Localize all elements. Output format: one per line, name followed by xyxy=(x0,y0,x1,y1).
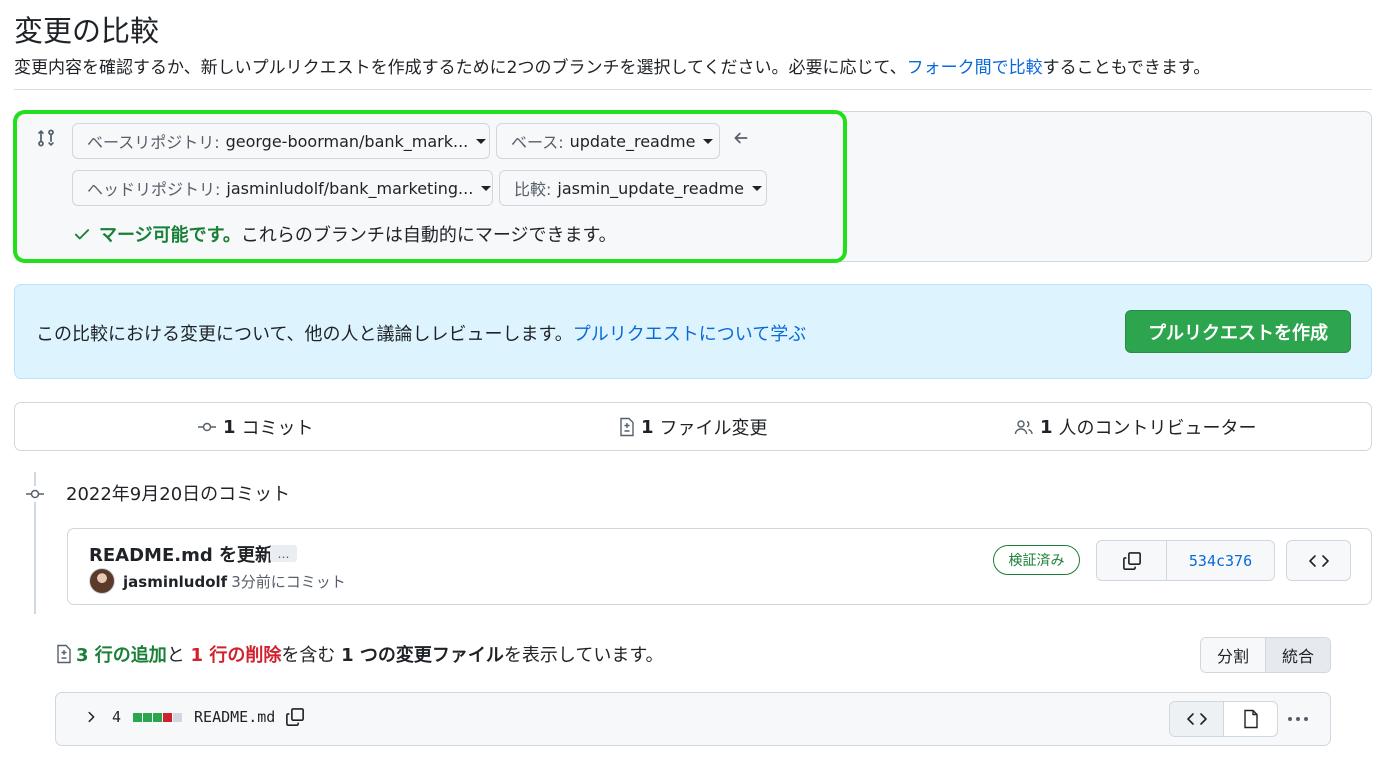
page-title: 変更の比較 xyxy=(14,14,160,48)
commit-author: jasminludolf 3分前にコミット xyxy=(123,571,346,592)
pr-banner-message: この比較における変更について、他の人と議論しレビューします。 xyxy=(36,324,573,345)
diffstat-block-4 xyxy=(173,712,183,722)
kebab-horizontal-icon[interactable] xyxy=(1284,705,1312,733)
commits-count: 1 xyxy=(223,416,236,438)
chevron-right-icon[interactable] xyxy=(84,710,98,724)
commit-time: 3分前にコミット xyxy=(231,573,346,591)
split-view-button[interactable]: 分割 xyxy=(1201,638,1266,672)
file-diff-icon xyxy=(619,417,635,437)
diffstat-block-2 xyxy=(153,712,163,722)
commits-label: コミット xyxy=(241,418,314,439)
code-icon xyxy=(1308,553,1330,569)
commit-date-heading: 2022年9月20日のコミット xyxy=(66,484,291,505)
diffstat-block-1 xyxy=(143,712,153,722)
people-icon xyxy=(1014,419,1034,435)
additions-count[interactable]: 3 行の追加 xyxy=(76,641,167,667)
commit-title-link[interactable]: README.md を更新 xyxy=(89,541,273,567)
file-header-row: 4 README.md xyxy=(84,707,305,727)
summary-middle: を含む xyxy=(281,645,342,666)
view-source-button[interactable] xyxy=(1170,702,1224,736)
changed-files-count[interactable]: 1 つの変更ファイル xyxy=(341,641,504,667)
files-label: ファイル変更 xyxy=(659,418,768,439)
subtitle-text-end: することもできます。 xyxy=(1042,58,1211,78)
diffstat-bars xyxy=(133,712,183,722)
contributors-label: 人のコントリビューター xyxy=(1058,418,1257,439)
commit-node-icon xyxy=(25,486,45,502)
copy-icon xyxy=(1122,551,1142,571)
deletions-count[interactable]: 1 行の削除 xyxy=(191,641,282,667)
summary-end: を表示しています。 xyxy=(503,645,664,666)
page-subtitle: 変更内容を確認するか、新しいプルリクエストを作成するために2つのブランチを選択し… xyxy=(14,53,1210,78)
copy-sha-button[interactable] xyxy=(1097,541,1167,580)
commit-icon xyxy=(197,419,217,435)
copy-path-icon[interactable] xyxy=(285,707,305,727)
file-change-count: 4 xyxy=(112,708,122,726)
commit-sha-group: 534c376 xyxy=(1096,540,1275,581)
file-diff-icon xyxy=(56,644,72,664)
diffstat-block-0 xyxy=(133,712,143,722)
file-view-buttons xyxy=(1169,701,1278,737)
learn-pr-link[interactable]: プルリクエストについて学ぶ xyxy=(573,324,806,345)
compare-forks-link[interactable]: フォーク間で比較 xyxy=(907,58,1043,78)
subtitle-text: 変更内容を確認するか、新しいプルリクエストを作成するために2つのブランチを選択し… xyxy=(14,58,907,78)
commit-sha-link[interactable]: 534c376 xyxy=(1167,541,1274,580)
create-pr-button[interactable]: プルリクエストを作成 xyxy=(1125,310,1351,353)
author-link[interactable]: jasminludolf xyxy=(123,573,227,591)
pr-banner-text: この比較における変更について、他の人と議論しレビューします。プルリクエストについ… xyxy=(36,320,806,346)
contributors-stat[interactable]: 1 人のコントリビューター xyxy=(1014,414,1257,440)
unified-view-button[interactable]: 統合 xyxy=(1266,638,1330,672)
commits-stat[interactable]: 1 コミット xyxy=(197,414,314,440)
verified-badge[interactable]: 検証済み xyxy=(993,545,1080,575)
file-name-link[interactable]: README.md xyxy=(194,708,275,726)
divider xyxy=(14,89,1372,90)
contributors-count: 1 xyxy=(1040,416,1053,438)
file-icon xyxy=(1243,709,1259,729)
browse-code-button[interactable] xyxy=(1286,540,1351,581)
diff-view-toggle: 分割 統合 xyxy=(1200,637,1331,673)
diffstat-block-3 xyxy=(163,712,173,722)
summary-and: と xyxy=(166,645,191,666)
avatar[interactable] xyxy=(89,568,115,594)
expand-message-button[interactable]: … xyxy=(270,545,297,562)
files-stat[interactable]: 1 ファイル変更 xyxy=(619,414,768,440)
highlight-frame xyxy=(13,110,847,263)
view-rich-diff-button[interactable] xyxy=(1224,702,1277,736)
diff-summary: 3 行の追加 と 1 行の削除 を含む 1 つの変更ファイル を表示しています。 xyxy=(56,641,664,667)
files-count: 1 xyxy=(641,416,654,438)
code-icon xyxy=(1186,711,1208,727)
